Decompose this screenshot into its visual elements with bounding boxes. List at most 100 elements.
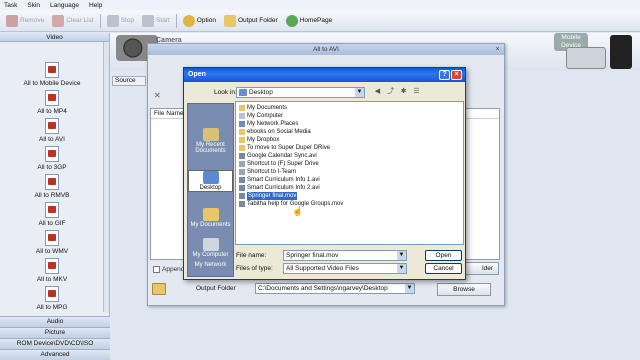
chevron-down-icon[interactable]: ▼ bbox=[355, 88, 364, 97]
output-folder-label: Output Folder bbox=[237, 17, 278, 24]
desktop-icon bbox=[239, 89, 247, 96]
back-icon[interactable]: ◀ bbox=[373, 87, 382, 96]
list-item[interactable]: Smart Curriculum Info 1.avi bbox=[239, 176, 320, 184]
view-menu-icon[interactable]: ☰ bbox=[412, 87, 421, 96]
place-desktop[interactable]: Desktop bbox=[188, 170, 233, 192]
stop-icon bbox=[106, 14, 119, 27]
output-folder-button[interactable]: Output Folder bbox=[220, 12, 282, 30]
list-item[interactable]: My Computer bbox=[239, 112, 283, 120]
new-folder-icon[interactable]: ✱ bbox=[399, 87, 408, 96]
tab-rom-device[interactable]: ROM Device\DVD\CD\ISO bbox=[0, 338, 110, 349]
menu-task[interactable]: Task bbox=[4, 2, 17, 9]
remove-button[interactable]: Remove bbox=[2, 12, 48, 30]
help-icon[interactable]: ? bbox=[439, 70, 450, 80]
remove-x-icon[interactable]: ✕ bbox=[154, 91, 161, 100]
video-file-icon bbox=[239, 185, 245, 191]
tab-picture[interactable]: Picture bbox=[0, 327, 110, 338]
chevron-down-icon[interactable]: ▼ bbox=[397, 251, 406, 260]
list-item[interactable]: Smart Curriculum Info 2.avi bbox=[239, 184, 320, 192]
list-item[interactable]: All to Mobile Device bbox=[0, 62, 104, 87]
stop-button[interactable]: Stop bbox=[103, 12, 138, 30]
list-item[interactable]: All to AVI bbox=[0, 118, 104, 143]
network-icon bbox=[239, 121, 245, 127]
folder-icon bbox=[239, 137, 245, 143]
folder-icon bbox=[239, 145, 245, 151]
place-my-documents[interactable]: My Documents bbox=[188, 208, 233, 228]
list-item[interactable]: Google Calendar Sync.avi bbox=[239, 152, 317, 160]
list-item[interactable]: ebooks on Social Media bbox=[239, 128, 311, 136]
list-item-label: All to GIF bbox=[38, 220, 66, 227]
place-label: My Computer bbox=[192, 252, 229, 258]
file-name-value: Springer final.mov bbox=[286, 252, 339, 259]
mpg-file-icon bbox=[45, 286, 59, 302]
folder-icon bbox=[223, 14, 236, 27]
place-my-network[interactable]: My Network bbox=[188, 262, 233, 268]
chevron-down-icon[interactable]: ▼ bbox=[397, 264, 406, 273]
append-checkbox[interactable] bbox=[153, 266, 160, 273]
cancel-button[interactable]: Cancel bbox=[425, 263, 462, 274]
list-item-label: All to AVI bbox=[39, 136, 65, 143]
option-button[interactable]: Option bbox=[179, 12, 220, 30]
list-item[interactable]: All to RMVB bbox=[0, 174, 104, 199]
file-name-field[interactable]: Springer final.mov ▼ bbox=[283, 250, 407, 261]
list-item[interactable]: All to 3GP bbox=[0, 146, 104, 171]
start-button[interactable]: Start bbox=[138, 12, 174, 30]
browse-button[interactable]: Browse bbox=[437, 283, 491, 296]
video-file-icon bbox=[239, 193, 245, 199]
list-item[interactable]: My Dropbox bbox=[239, 136, 279, 144]
tab-label: Advanced bbox=[40, 351, 70, 358]
file-name: Springer final.mov bbox=[247, 192, 298, 200]
dialog-nav-icons: ◀ ⤴ ✱ ☰ bbox=[373, 87, 421, 96]
mobile-device-icon bbox=[45, 62, 59, 78]
list-item[interactable]: All to MKV bbox=[0, 258, 104, 283]
source-tab[interactable]: Source bbox=[112, 76, 146, 86]
file-type-select[interactable]: All Supported Video Files ▼ bbox=[283, 263, 407, 274]
recent-documents-icon bbox=[202, 128, 219, 141]
open-button[interactable]: Open bbox=[425, 250, 462, 261]
3gp-file-icon bbox=[45, 146, 59, 162]
remove-icon bbox=[6, 14, 18, 27]
folder-icon[interactable] bbox=[152, 283, 166, 295]
look-in-label: Look in: bbox=[214, 89, 237, 96]
mouse-pointer-icon: ☝ bbox=[292, 206, 304, 216]
homepage-label: HomePage bbox=[299, 17, 333, 24]
remove-label: Remove bbox=[20, 17, 45, 24]
list-item[interactable]: My Network Places bbox=[239, 120, 298, 128]
video-section-header[interactable]: Video bbox=[0, 33, 109, 42]
phone-icon bbox=[610, 35, 632, 69]
list-item[interactable]: All to WMV bbox=[0, 230, 104, 255]
list-item[interactable]: To move to Super Duper DRive bbox=[239, 144, 330, 152]
list-item[interactable]: All to MP4 bbox=[0, 90, 104, 115]
chevron-down-icon[interactable]: ▼ bbox=[405, 284, 414, 293]
left-panel-scrollbar[interactable] bbox=[103, 42, 109, 312]
up-folder-icon[interactable]: ⤴ bbox=[386, 87, 395, 96]
file-name: Smart Curriculum Info 1.avi bbox=[247, 177, 320, 183]
dialog-title: Open bbox=[184, 68, 465, 82]
tab-audio[interactable]: Audio bbox=[0, 316, 110, 327]
clear-list-button[interactable]: Clear List bbox=[48, 12, 97, 30]
list-item[interactable]: All to GIF bbox=[0, 202, 104, 227]
output-folder-field[interactable]: C:\Documents and Settings\ngarvey\Deskto… bbox=[255, 283, 415, 294]
file-browser-list[interactable]: My Documents My Computer My Network Plac… bbox=[235, 101, 464, 245]
file-name: Shortcut to (F) Super Drive bbox=[247, 161, 319, 167]
place-recent-documents[interactable]: My Recent Documents bbox=[188, 128, 233, 154]
avi-file-icon bbox=[45, 118, 59, 134]
close-icon[interactable]: × bbox=[451, 70, 462, 80]
list-item-label: All to MP4 bbox=[37, 108, 67, 115]
list-item[interactable]: Shortcut to (F) Super Drive bbox=[239, 160, 319, 168]
homepage-button[interactable]: HomePage bbox=[282, 12, 337, 30]
list-item[interactable]: My Documents bbox=[239, 104, 287, 112]
file-name: My Network Places bbox=[247, 121, 299, 127]
menu-skin[interactable]: Skin bbox=[27, 2, 40, 9]
dialog-title-buttons: ? × bbox=[439, 70, 462, 80]
tab-advanced[interactable]: Advanced bbox=[0, 349, 110, 360]
list-item[interactable]: All to MPG bbox=[0, 286, 104, 311]
place-my-computer[interactable]: My Computer bbox=[188, 238, 233, 258]
look-in-select[interactable]: Desktop ▼ bbox=[236, 87, 365, 98]
close-icon[interactable]: × bbox=[493, 45, 502, 54]
menu-language[interactable]: Language bbox=[50, 2, 79, 9]
list-item[interactable]: Shortcut to I-Team bbox=[239, 168, 296, 176]
menu-help[interactable]: Help bbox=[89, 2, 102, 9]
list-item-selected[interactable]: Springer final.mov bbox=[239, 192, 298, 200]
menu-bar: Task Skin Language Help bbox=[0, 0, 640, 10]
